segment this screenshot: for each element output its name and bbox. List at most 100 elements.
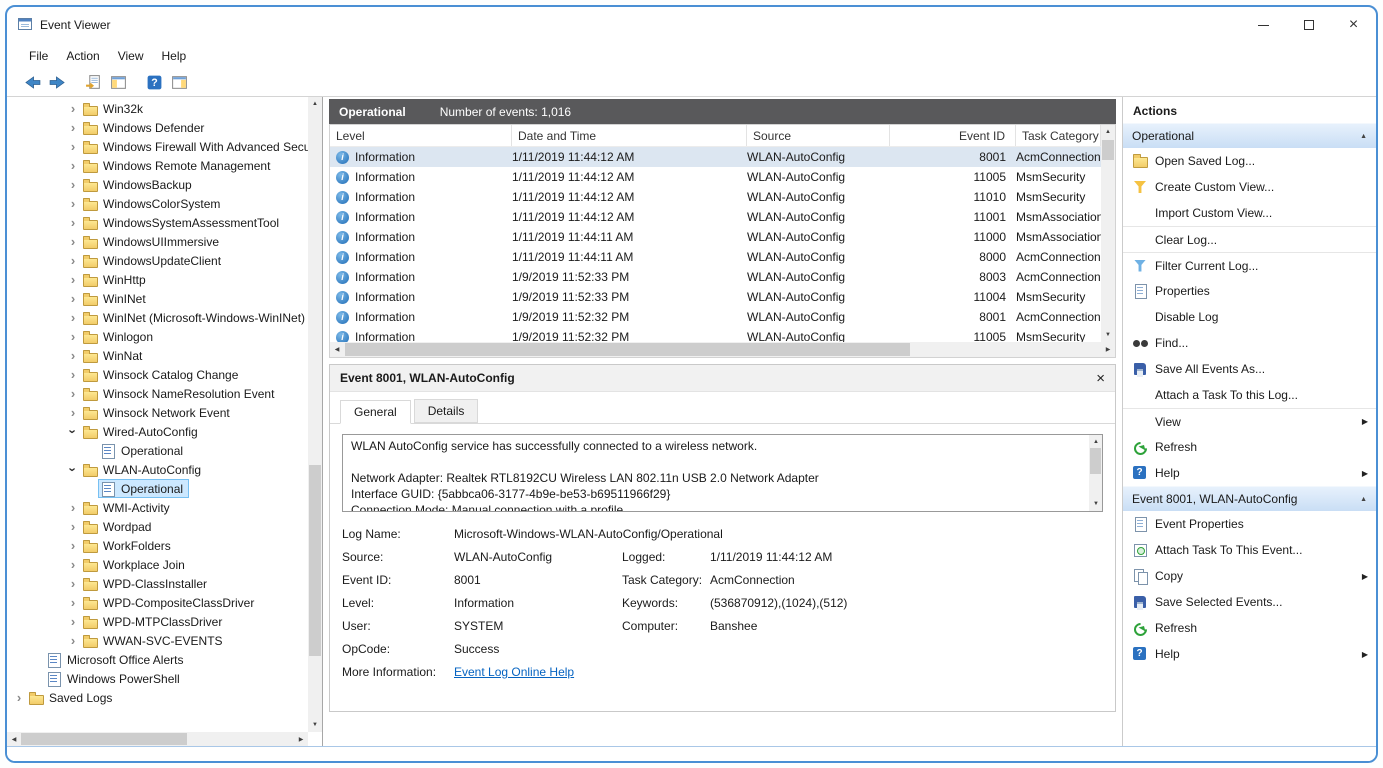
scroll-down-icon[interactable]: ▼: [1089, 497, 1103, 511]
expander-icon[interactable]: [29, 650, 45, 669]
forward-button[interactable]: [45, 71, 70, 94]
tree-horizontal-scrollbar[interactable]: ◀ ▶: [7, 732, 308, 746]
expander-icon[interactable]: [65, 232, 81, 251]
expander-icon[interactable]: [65, 555, 81, 574]
tree-item[interactable]: Winlogon: [7, 327, 308, 346]
expander-icon[interactable]: [65, 498, 81, 517]
expander-icon[interactable]: [65, 213, 81, 232]
scroll-left-icon[interactable]: ◀: [330, 342, 344, 356]
tree-item[interactable]: WWAN-SVC-EVENTS: [7, 631, 308, 650]
scroll-right-icon[interactable]: ▶: [294, 732, 308, 746]
action-section-header-event[interactable]: Event 8001, WLAN-AutoConfig ▲: [1123, 486, 1376, 511]
expander-icon[interactable]: [83, 479, 99, 498]
tree-vertical-scrollbar[interactable]: ▲ ▼: [308, 97, 322, 732]
column-header-task-category[interactable]: Task Category: [1016, 125, 1101, 146]
close-button[interactable]: ×: [1331, 7, 1376, 43]
expander-icon[interactable]: [65, 289, 81, 308]
preview-close-icon[interactable]: ×: [1096, 370, 1105, 387]
tree-item[interactable]: Winsock Network Event: [7, 403, 308, 422]
action-item[interactable]: Clear Log... ▶: [1123, 226, 1376, 252]
description-scrollbar[interactable]: ▲ ▼: [1089, 435, 1102, 511]
expander-icon[interactable]: [83, 441, 99, 460]
expander-icon[interactable]: [65, 137, 81, 156]
tree-item[interactable]: WPD-ClassInstaller: [7, 574, 308, 593]
action-item[interactable]: Properties ▶: [1123, 278, 1376, 304]
tree-item[interactable]: Windows Remote Management: [7, 156, 308, 175]
event-row[interactable]: Information 1/11/2019 11:44:12 AM WLAN-A…: [330, 147, 1101, 167]
action-pane-toggle-button[interactable]: [167, 71, 192, 94]
expander-icon[interactable]: [65, 517, 81, 536]
tree-item[interactable]: WinINet (Microsoft-Windows-WinINet): [7, 308, 308, 327]
tree-item[interactable]: WinINet: [7, 289, 308, 308]
expander-icon[interactable]: [65, 270, 81, 289]
event-row[interactable]: Information 1/9/2019 11:52:33 PM WLAN-Au…: [330, 267, 1101, 287]
scrollbar-thumb[interactable]: [345, 343, 910, 356]
tree-item[interactable]: WindowsBackup: [7, 175, 308, 194]
tree-item[interactable]: WinHttp: [7, 270, 308, 289]
tree-item[interactable]: WPD-CompositeClassDriver: [7, 593, 308, 612]
scrollbar-thumb[interactable]: [21, 733, 187, 745]
column-header-event-id[interactable]: Event ID: [890, 125, 1016, 146]
tree-item[interactable]: WinNat: [7, 346, 308, 365]
tree-item[interactable]: Winsock NameResolution Event: [7, 384, 308, 403]
action-item[interactable]: Filter Current Log... ▶: [1123, 252, 1376, 278]
action-item[interactable]: Save All Events As... ▶: [1123, 356, 1376, 382]
expander-icon[interactable]: [65, 631, 81, 650]
export-list-button[interactable]: [81, 71, 106, 94]
collapse-icon[interactable]: ▲: [1360, 496, 1367, 503]
expander-icon[interactable]: [65, 536, 81, 555]
tree-item[interactable]: Wired-AutoConfig: [7, 422, 308, 441]
action-item[interactable]: Refresh ▶: [1123, 615, 1376, 641]
expander-icon[interactable]: [65, 118, 81, 137]
event-row[interactable]: Information 1/11/2019 11:44:12 AM WLAN-A…: [330, 207, 1101, 227]
event-log-online-help-link[interactable]: Event Log Online Help: [454, 665, 622, 679]
tree-item[interactable]: Operational: [7, 479, 308, 498]
tree-item[interactable]: Operational: [7, 441, 308, 460]
minimize-button[interactable]: [1241, 7, 1286, 43]
expander-icon[interactable]: [65, 194, 81, 213]
tree-item[interactable]: Workplace Join: [7, 555, 308, 574]
events-vertical-scrollbar[interactable]: ▲ ▼: [1101, 125, 1115, 342]
event-row[interactable]: Information 1/9/2019 11:52:32 PM WLAN-Au…: [330, 307, 1101, 327]
tree-item[interactable]: WPD-MTPClassDriver: [7, 612, 308, 631]
expander-icon[interactable]: [65, 574, 81, 593]
tree-item[interactable]: WindowsUpdateClient: [7, 251, 308, 270]
help-toolbar-button[interactable]: ?: [142, 71, 167, 94]
tree-item[interactable]: WorkFolders: [7, 536, 308, 555]
menu-file[interactable]: File: [20, 45, 57, 67]
action-item[interactable]: Event Properties ▶: [1123, 511, 1376, 537]
action-item[interactable]: View ▶: [1123, 408, 1376, 434]
menu-view[interactable]: View: [109, 45, 153, 67]
expander-icon[interactable]: [65, 175, 81, 194]
tree-item[interactable]: WindowsColorSystem: [7, 194, 308, 213]
event-row[interactable]: Information 1/11/2019 11:44:12 AM WLAN-A…: [330, 167, 1101, 187]
scrollbar-thumb[interactable]: [1102, 140, 1114, 160]
scroll-down-icon[interactable]: ▼: [308, 718, 322, 732]
scroll-up-icon[interactable]: ▲: [308, 97, 322, 111]
action-item[interactable]: Disable Log ▶: [1123, 304, 1376, 330]
column-header-level[interactable]: Level: [330, 125, 512, 146]
scroll-left-icon[interactable]: ◀: [7, 732, 21, 746]
expander-icon[interactable]: [29, 669, 45, 688]
scroll-down-icon[interactable]: ▼: [1101, 328, 1115, 342]
action-section-header-operational[interactable]: Operational ▲: [1123, 123, 1376, 148]
scrollbar-thumb[interactable]: [1090, 448, 1101, 474]
event-description-box[interactable]: WLAN AutoConfig service has successfully…: [342, 434, 1103, 512]
tree-item[interactable]: Windows Defender: [7, 118, 308, 137]
action-item[interactable]: Open Saved Log... ▶: [1123, 148, 1376, 174]
scrollbar-thumb[interactable]: [309, 465, 321, 656]
expander-icon[interactable]: [65, 251, 81, 270]
menu-help[interactable]: Help: [153, 45, 196, 67]
action-item[interactable]: Refresh ▶: [1123, 434, 1376, 460]
tree-item[interactable]: Wordpad: [7, 517, 308, 536]
menu-action[interactable]: Action: [57, 45, 108, 67]
tree-item[interactable]: WindowsUIImmersive: [7, 232, 308, 251]
expander-icon[interactable]: [65, 593, 81, 612]
expander-icon[interactable]: [65, 422, 81, 441]
events-horizontal-scrollbar[interactable]: ◀ ▶: [330, 342, 1115, 357]
tree-item[interactable]: Saved Logs: [7, 688, 308, 707]
column-header-date[interactable]: Date and Time: [512, 125, 747, 146]
titlebar[interactable]: Event Viewer ×: [7, 7, 1376, 43]
tree-item[interactable]: Windows PowerShell: [7, 669, 308, 688]
action-item[interactable]: Find... ▶: [1123, 330, 1376, 356]
